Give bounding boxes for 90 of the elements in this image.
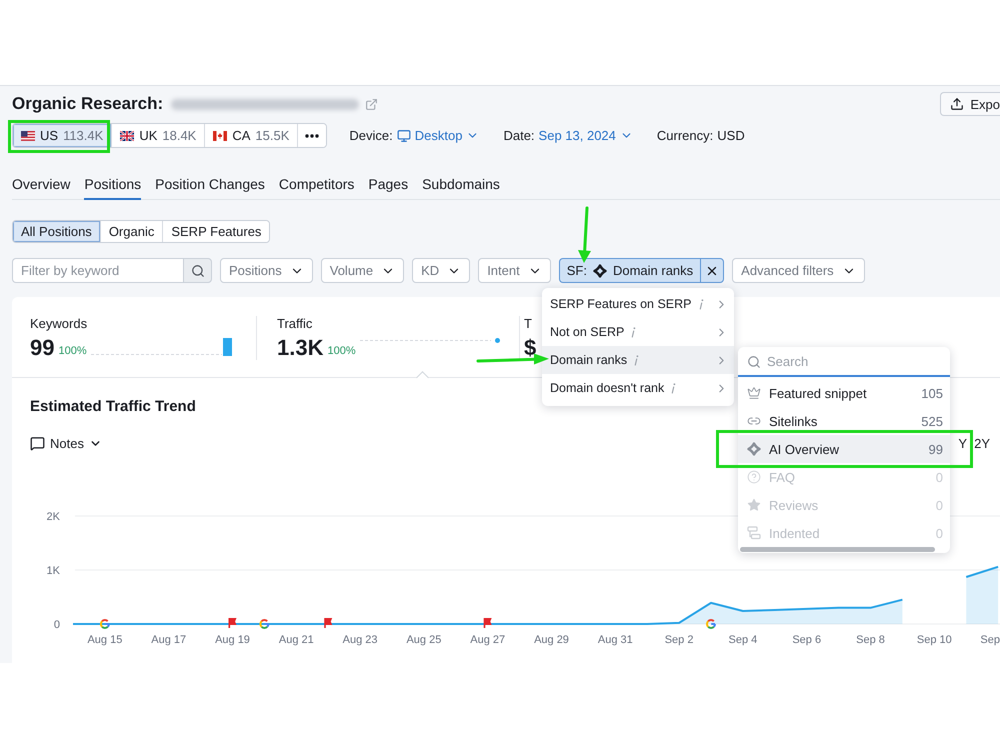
us-flag-icon xyxy=(21,130,35,140)
y-axis-label: 1K xyxy=(46,565,60,577)
search-icon xyxy=(190,264,204,278)
x-axis-label: Aug 15 xyxy=(87,634,122,646)
x-axis-label: Aug 17 xyxy=(151,634,186,646)
x-axis-label: Aug 31 xyxy=(598,634,633,646)
flag-icon xyxy=(324,618,332,628)
diamond-icon xyxy=(747,442,761,456)
active-filter-chip[interactable]: SF: Domain ranks xyxy=(558,258,700,283)
x-axis-label: Aug 21 xyxy=(278,634,314,646)
search-icon xyxy=(747,355,761,369)
filter-dropdown[interactable]: Intent xyxy=(478,258,551,283)
upload-icon xyxy=(950,97,964,111)
stat-label: T xyxy=(524,316,532,331)
diamond-icon xyxy=(592,264,607,278)
search-button[interactable] xyxy=(183,258,212,283)
stat-value: 99 xyxy=(30,335,54,360)
range-button[interactable]: Y xyxy=(958,436,968,450)
star-icon xyxy=(747,498,761,512)
tab[interactable]: Competitors xyxy=(278,172,354,200)
info-icon xyxy=(670,382,676,394)
range-button[interactable]: 2Y xyxy=(974,436,990,450)
stat-value: $ xyxy=(524,335,536,360)
x-axis-label: Aug 27 xyxy=(470,634,506,646)
annotation-arrow xyxy=(578,206,591,263)
stat-change: 100% xyxy=(58,345,87,357)
menu-item[interactable]: SERP Features on SERP xyxy=(542,290,734,318)
tab[interactable]: Position Changes xyxy=(155,172,265,200)
menu-item[interactable]: Not on SERP xyxy=(542,318,734,346)
x-axis-label: Aug 23 xyxy=(342,634,378,646)
menu-item[interactable]: Featured snippet 105 xyxy=(738,385,950,401)
g-logo-icon xyxy=(100,619,110,629)
keyword-filter-field[interactable]: Filter by keyword xyxy=(12,258,183,283)
stat-value: 1.3K xyxy=(277,335,324,360)
menu-item[interactable]: Domain doesn't rank xyxy=(542,374,734,402)
search-field[interactable]: Search xyxy=(738,347,950,377)
flag-icon xyxy=(484,618,492,628)
setting-label: Date: xyxy=(503,128,535,143)
setting-value: USD xyxy=(717,128,745,143)
menu-item[interactable]: Domain ranks xyxy=(542,346,734,374)
section-title: Estimated Traffic Trend xyxy=(30,398,196,416)
tab[interactable]: Positions xyxy=(84,172,142,200)
x-axis-label: Aug 19 xyxy=(215,634,250,646)
y-axis-label: 0 xyxy=(54,619,60,631)
tab[interactable]: Subdomains xyxy=(422,172,500,200)
export-button[interactable]: Expo xyxy=(940,92,1000,116)
x-axis-label: Sep xyxy=(980,634,1000,646)
crown-icon xyxy=(747,386,761,400)
filter-dropdown[interactable]: KD xyxy=(412,258,470,283)
flag-icon xyxy=(228,618,236,628)
page-title: Organic Research: xyxy=(12,94,164,114)
ca-flag-icon xyxy=(213,130,228,140)
monitor-icon xyxy=(396,128,411,142)
x-axis-label: Sep 8 xyxy=(856,634,885,646)
remove-filter-button[interactable] xyxy=(700,258,724,283)
setting-label: Device: xyxy=(349,128,393,143)
uk-flag-icon xyxy=(120,130,134,140)
question-circle-icon xyxy=(747,470,761,484)
note-icon xyxy=(30,436,45,450)
info-icon xyxy=(698,298,704,310)
setting-label: Currency: xyxy=(656,128,714,143)
menu-item[interactable]: AI Overview 99 xyxy=(738,441,950,457)
x-axis-label: Aug 25 xyxy=(406,634,442,646)
info-icon xyxy=(630,326,636,338)
tab[interactable]: Overview xyxy=(12,172,70,200)
y-axis-label: 2K xyxy=(46,511,60,523)
g-logo-icon xyxy=(706,619,716,629)
filter-dropdown[interactable]: Advanced filters xyxy=(732,258,865,283)
g-logo-icon xyxy=(259,619,270,629)
database-button[interactable]: US 113.4K xyxy=(13,124,112,147)
tab[interactable]: Pages xyxy=(368,172,408,200)
stat-label: Keywords xyxy=(30,316,88,331)
segment-button[interactable]: All Positions xyxy=(13,221,101,242)
more-icon xyxy=(305,134,320,138)
stat-change: 100% xyxy=(327,345,356,357)
info-icon xyxy=(633,354,640,366)
indent-icon xyxy=(747,526,761,540)
menu-item[interactable]: Sitelinks 525 xyxy=(738,413,950,429)
x-axis-label: Aug 29 xyxy=(534,634,569,646)
scrollbar-thumb[interactable] xyxy=(740,547,935,552)
notes-dropdown[interactable]: Notes xyxy=(30,436,102,450)
device-dropdown[interactable]: Desktop xyxy=(396,128,480,143)
x-axis-label: Sep 10 xyxy=(916,634,952,646)
filter-dropdown[interactable]: Positions xyxy=(220,258,313,283)
x-axis-label: Sep 2 xyxy=(664,634,694,646)
date-dropdown[interactable]: Sep 13, 2024 xyxy=(538,128,633,143)
stat-label: Traffic xyxy=(277,316,312,331)
x-axis-label: Sep 6 xyxy=(792,634,822,646)
x-axis-label: Sep 4 xyxy=(728,634,758,646)
filter-dropdown[interactable]: Volume xyxy=(320,258,404,283)
